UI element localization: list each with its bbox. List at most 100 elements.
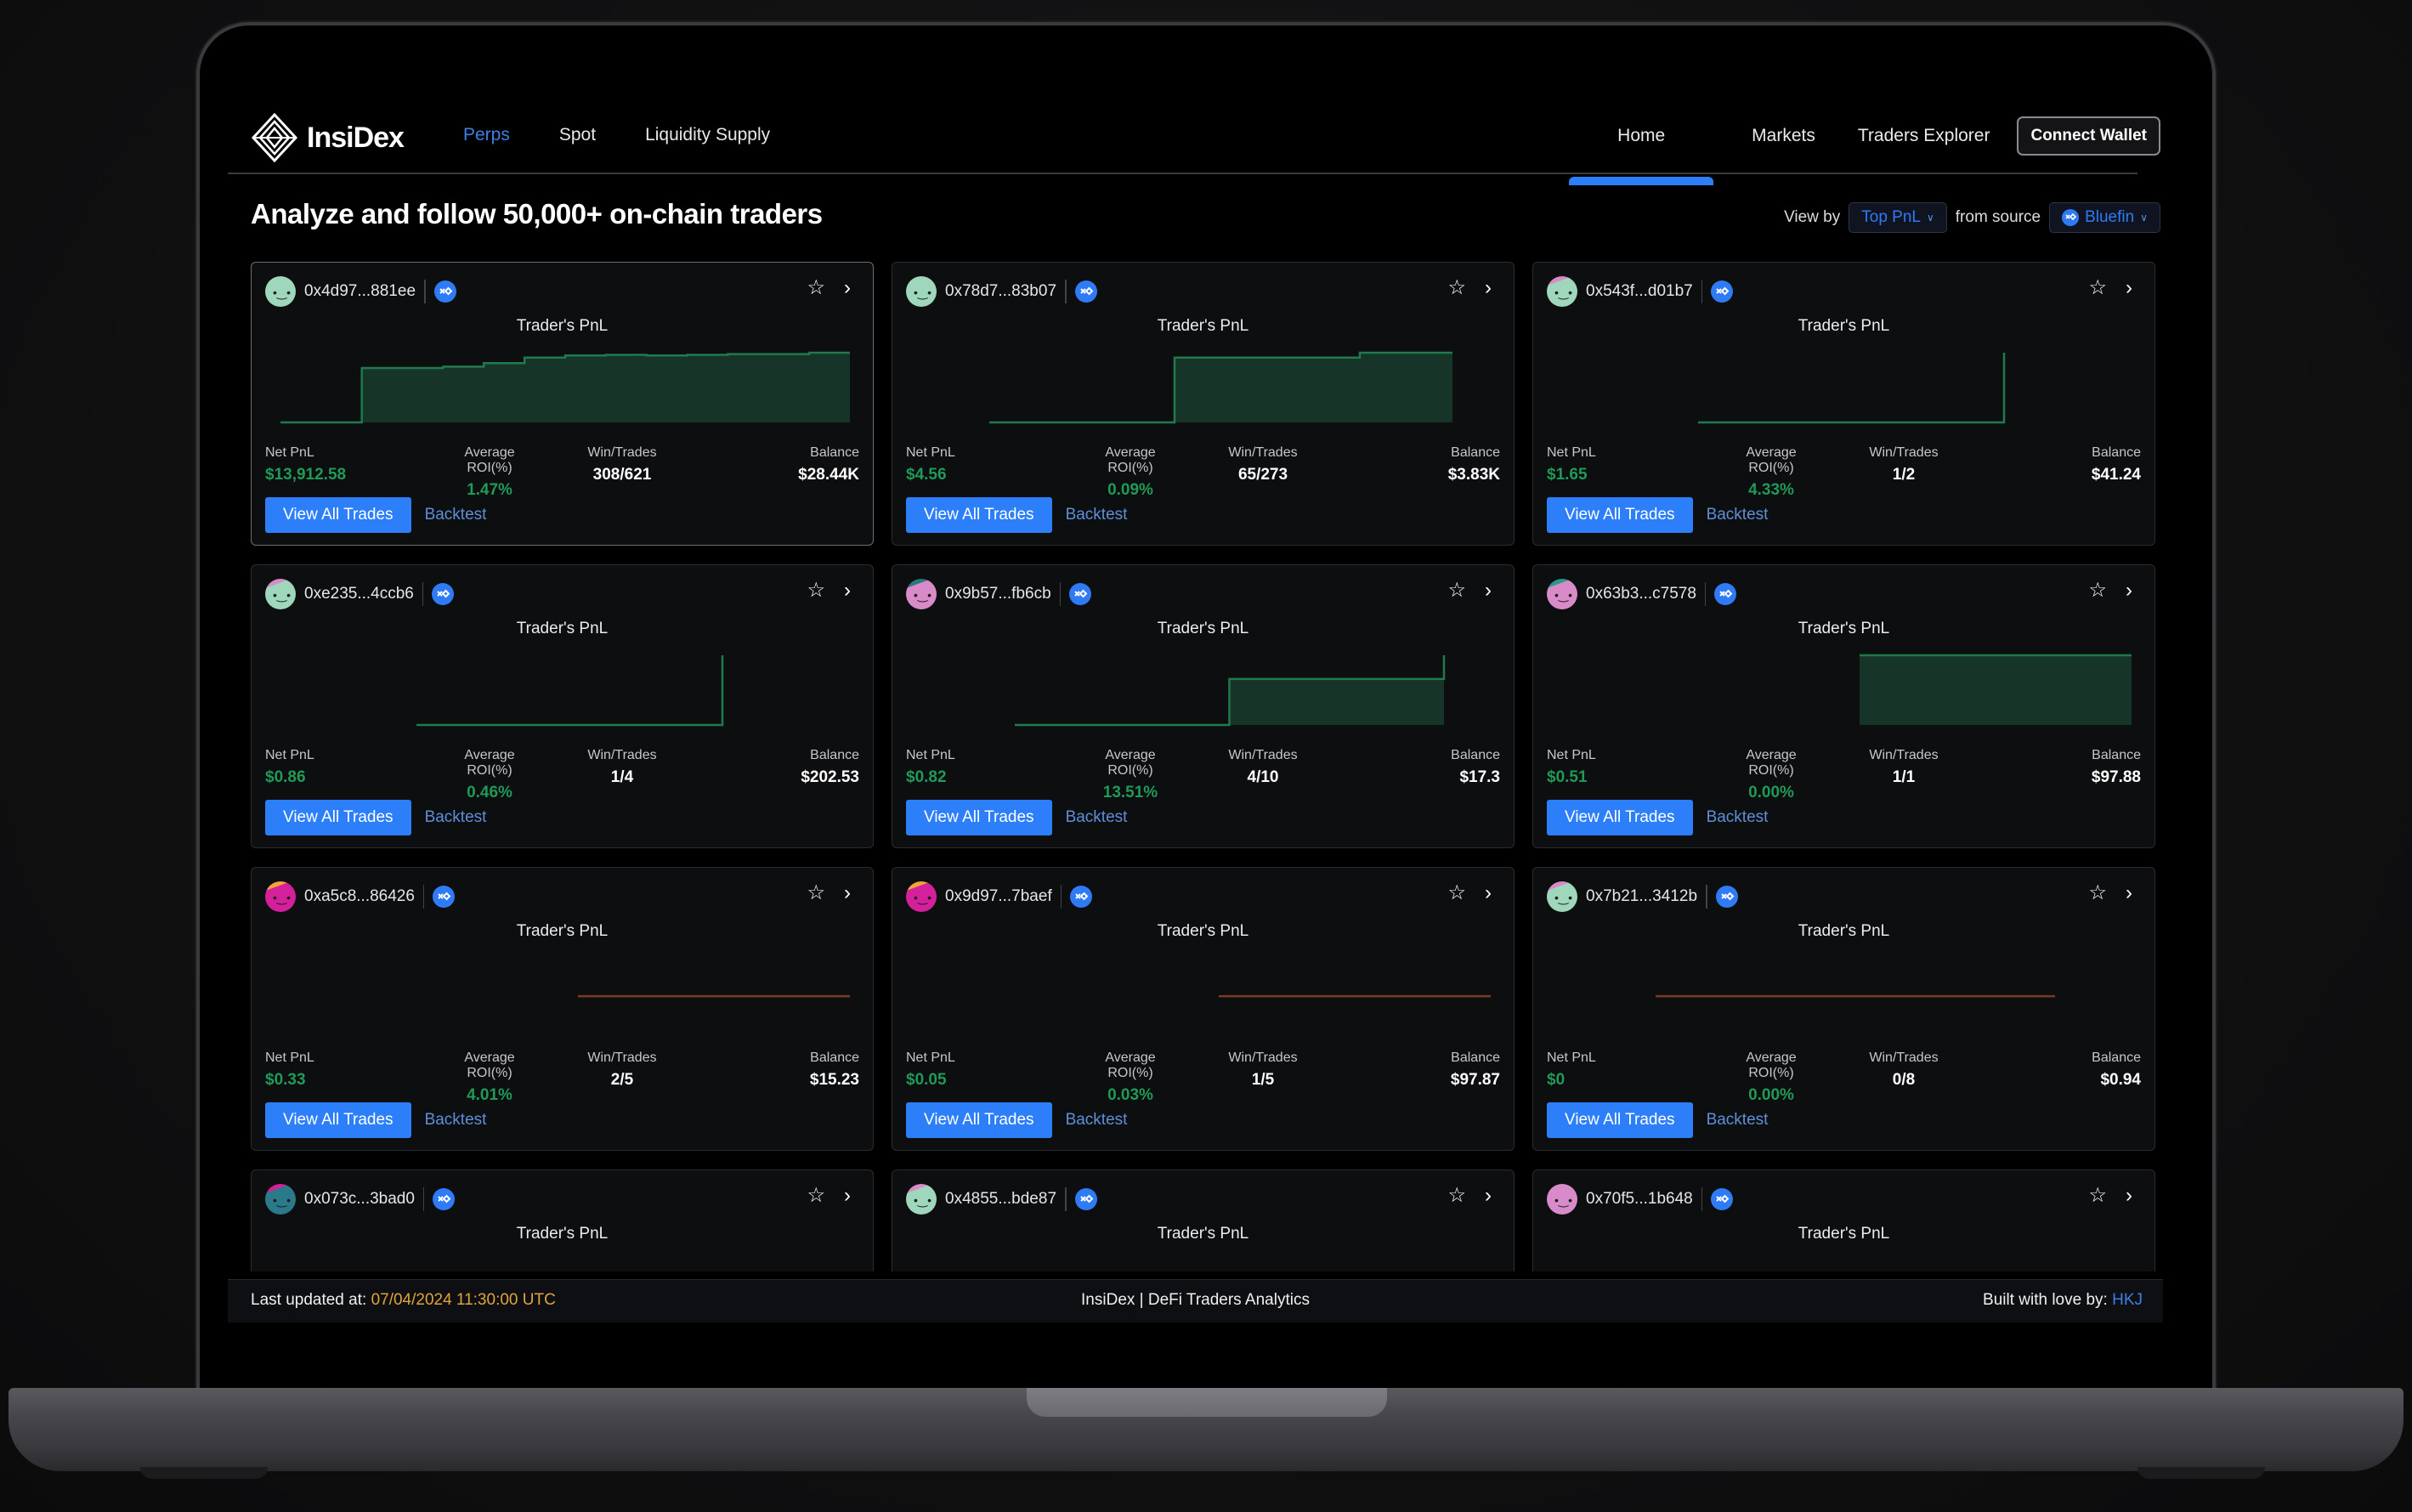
balance-stat: Balance $28.44K xyxy=(798,445,859,484)
view-all-trades-button[interactable]: View All Trades xyxy=(265,497,411,533)
trader-address[interactable]: 0x543f...d01b7 xyxy=(1586,282,1693,301)
nav-liquidity-supply[interactable]: Liquidity Supply xyxy=(645,125,770,145)
trader-card[interactable]: •‿• 0x7b21...3412b ☆ › Trader's PnL Net … xyxy=(1532,867,2155,1151)
backtest-link[interactable]: Backtest xyxy=(1066,808,1128,827)
trader-card[interactable]: •‿• 0x4d97...881ee ☆ › Trader's PnL Net … xyxy=(251,262,874,546)
chevron-right-icon[interactable]: › xyxy=(2126,278,2132,298)
trader-address[interactable]: 0x4855...bde87 xyxy=(945,1190,1056,1209)
smiley-icon: •‿• xyxy=(273,1193,292,1207)
chevron-right-icon[interactable]: › xyxy=(2126,883,2132,903)
backtest-link[interactable]: Backtest xyxy=(1707,506,1769,524)
trader-card[interactable]: •‿• 0x9b57...fb6cb ☆ › Trader's PnL Net … xyxy=(892,564,1515,848)
bluefin-icon xyxy=(433,280,456,303)
view-all-trades-button[interactable]: View All Trades xyxy=(906,497,1052,533)
backtest-link[interactable]: Backtest xyxy=(1707,808,1769,827)
star-icon[interactable]: ☆ xyxy=(2088,883,2107,903)
trader-address[interactable]: 0x70f5...1b648 xyxy=(1586,1190,1693,1209)
chevron-right-icon[interactable]: › xyxy=(844,278,851,298)
star-icon[interactable]: ☆ xyxy=(807,278,825,298)
trader-address[interactable]: 0xe235...4ccb6 xyxy=(304,585,414,603)
tab-markets[interactable]: Markets xyxy=(1752,117,1815,155)
chart-title: Trader's PnL xyxy=(1798,1225,1890,1243)
star-icon[interactable]: ☆ xyxy=(807,883,825,903)
view-all-trades-button[interactable]: View All Trades xyxy=(1547,497,1693,533)
trader-stats: Net PnL $0.86 Average ROI(%) 0.46% Win/T… xyxy=(265,748,859,801)
source-select[interactable]: Bluefin ∨ xyxy=(2049,202,2160,233)
author-link[interactable]: HKJ xyxy=(2112,1291,2143,1309)
backtest-link[interactable]: Backtest xyxy=(1066,506,1128,524)
chevron-right-icon[interactable]: › xyxy=(844,580,851,601)
star-icon[interactable]: ☆ xyxy=(807,1186,825,1206)
nav-spot[interactable]: Spot xyxy=(559,125,596,145)
trader-card[interactable]: •‿• 0x073c...3bad0 ☆ › Trader's PnL xyxy=(251,1169,874,1271)
backtest-link[interactable]: Backtest xyxy=(425,506,487,524)
view-by-label: View by xyxy=(1784,208,1841,226)
view-all-trades-button[interactable]: View All Trades xyxy=(906,1102,1052,1138)
view-all-trades-button[interactable]: View All Trades xyxy=(265,800,411,835)
chevron-right-icon[interactable]: › xyxy=(1485,1186,1492,1206)
tab-home[interactable]: Home xyxy=(1569,117,1714,185)
trader-address[interactable]: 0x63b3...c7578 xyxy=(1586,585,1696,603)
star-icon[interactable]: ☆ xyxy=(807,580,825,601)
trader-card[interactable]: •‿• 0xe235...4ccb6 ☆ › Trader's PnL Net … xyxy=(251,564,874,848)
view-by-value: Top PnL xyxy=(1861,208,1921,226)
logo[interactable]: InsiDex xyxy=(251,113,405,162)
trader-address[interactable]: 0x7b21...3412b xyxy=(1586,887,1697,906)
view-all-trades-button[interactable]: View All Trades xyxy=(265,1102,411,1138)
backtest-link[interactable]: Backtest xyxy=(1707,1111,1769,1130)
backtest-link[interactable]: Backtest xyxy=(425,1111,487,1130)
trader-header: •‿• 0x7b21...3412b xyxy=(1547,881,1738,912)
star-icon[interactable]: ☆ xyxy=(1447,883,1466,903)
separator xyxy=(1706,885,1707,909)
trader-address[interactable]: 0x78d7...83b07 xyxy=(945,282,1056,301)
bluefin-icon xyxy=(433,1188,456,1210)
trader-address[interactable]: 0x9b57...fb6cb xyxy=(945,585,1051,603)
trader-address[interactable]: 0xa5c8...86426 xyxy=(304,887,415,906)
card-buttons: View All Trades Backtest xyxy=(1547,1102,1768,1138)
backtest-link[interactable]: Backtest xyxy=(1066,1111,1128,1130)
separator xyxy=(422,1187,425,1211)
net-pnl-stat: Net PnL $0.33 xyxy=(265,1050,314,1090)
balance-value: $41.24 xyxy=(2091,466,2141,484)
tab-traders-explorer[interactable]: Traders Explorer xyxy=(1858,117,1990,155)
chevron-right-icon[interactable]: › xyxy=(844,883,851,903)
view-all-trades-button[interactable]: View All Trades xyxy=(1547,1102,1693,1138)
star-icon[interactable]: ☆ xyxy=(1447,1186,1466,1206)
star-icon[interactable]: ☆ xyxy=(2088,278,2107,298)
app-screen: InsiDex Perps Spot Liquidity Supply Home… xyxy=(219,59,2193,1339)
backtest-link[interactable]: Backtest xyxy=(425,808,487,827)
chevron-right-icon[interactable]: › xyxy=(1485,278,1492,298)
view-all-trades-button[interactable]: View All Trades xyxy=(906,800,1052,835)
trader-card[interactable]: •‿• 0x70f5...1b648 ☆ › Trader's PnL xyxy=(1532,1169,2155,1271)
trader-card[interactable]: •‿• 0x543f...d01b7 ☆ › Trader's PnL Net … xyxy=(1532,262,2155,546)
star-icon[interactable]: ☆ xyxy=(2088,1186,2107,1206)
balance-value: $97.87 xyxy=(1450,1071,1500,1089)
trader-address[interactable]: 0x9d97...7baef xyxy=(945,887,1052,906)
balance-value: $28.44K xyxy=(798,466,859,484)
star-icon[interactable]: ☆ xyxy=(1447,278,1466,298)
trader-card[interactable]: •‿• 0x78d7...83b07 ☆ › Trader's PnL Net … xyxy=(892,262,1515,546)
avg-roi-label: Average ROI(%) xyxy=(1746,1050,1797,1080)
trader-address[interactable]: 0x073c...3bad0 xyxy=(304,1190,415,1209)
connect-wallet-button[interactable]: Connect Wallet xyxy=(2017,116,2160,156)
trader-address[interactable]: 0x4d97...881ee xyxy=(304,282,416,301)
chevron-right-icon[interactable]: › xyxy=(1485,580,1492,601)
star-icon[interactable]: ☆ xyxy=(2088,580,2107,601)
avg-roi-label: Average ROI(%) xyxy=(464,748,515,778)
view-all-trades-button[interactable]: View All Trades xyxy=(1547,800,1693,835)
chevron-right-icon[interactable]: › xyxy=(1485,883,1492,903)
view-by-select[interactable]: Top PnL ∨ xyxy=(1849,202,1947,233)
chevron-right-icon[interactable]: › xyxy=(2126,1186,2132,1206)
separator xyxy=(1704,582,1707,606)
chevron-right-icon[interactable]: › xyxy=(844,1186,851,1206)
net-pnl-value: $4.56 xyxy=(906,466,947,484)
balance-stat: Balance $17.3 xyxy=(1451,748,1500,787)
chevron-right-icon[interactable]: › xyxy=(2126,580,2132,601)
trader-card[interactable]: •‿• 0x4855...bde87 ☆ › Trader's PnL xyxy=(892,1169,1515,1271)
nav-perps[interactable]: Perps xyxy=(463,125,510,145)
trader-card[interactable]: •‿• 0x63b3...c7578 ☆ › Trader's PnL Net … xyxy=(1532,564,2155,848)
smiley-icon: •‿• xyxy=(273,588,292,602)
trader-card[interactable]: •‿• 0x9d97...7baef ☆ › Trader's PnL Net … xyxy=(892,867,1515,1151)
trader-card[interactable]: •‿• 0xa5c8...86426 ☆ › Trader's PnL Net … xyxy=(251,867,874,1151)
star-icon[interactable]: ☆ xyxy=(1447,580,1466,601)
